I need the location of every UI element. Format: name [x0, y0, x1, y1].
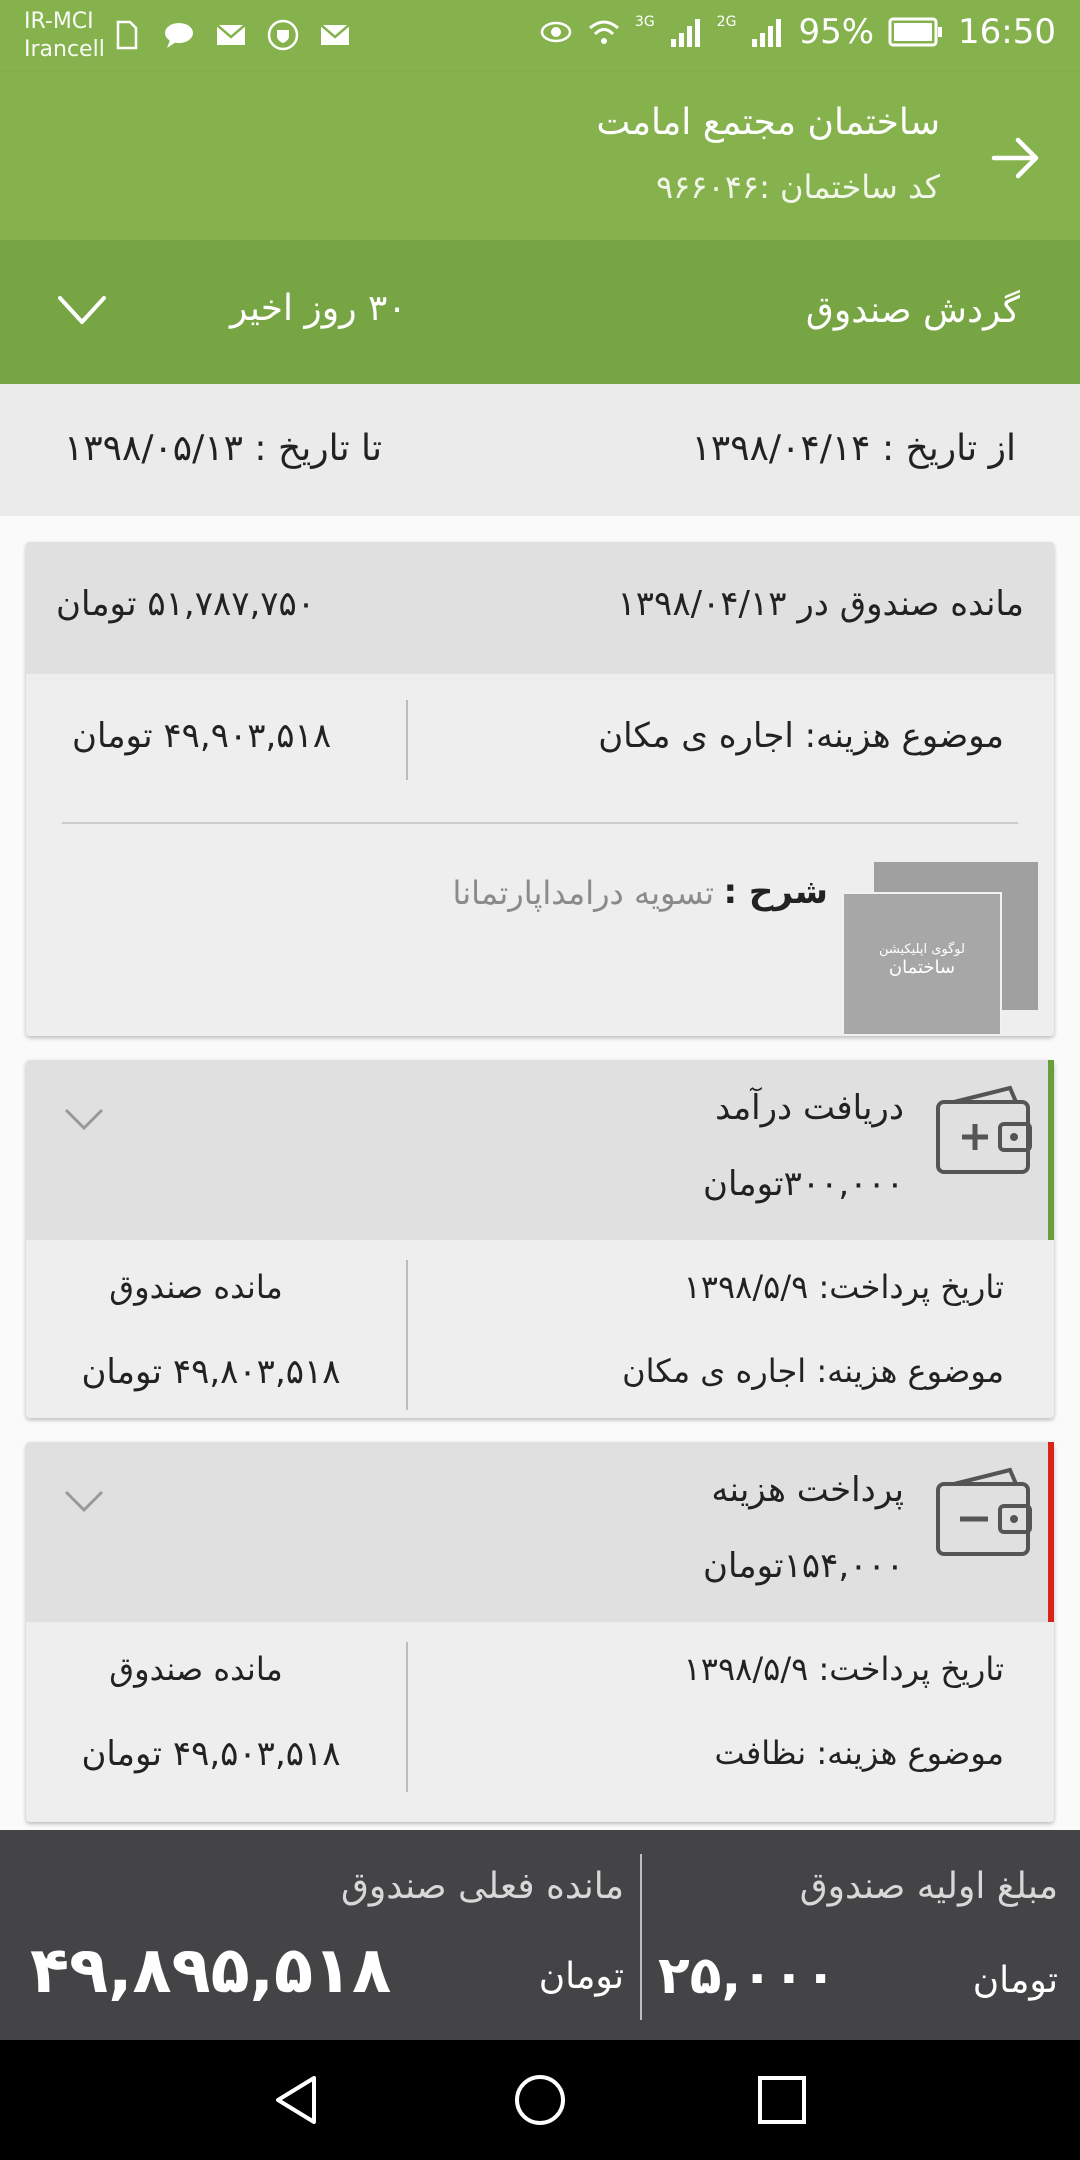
wallet-add-icon: [936, 1085, 1032, 1174]
transaction-card[interactable]: دریافت درآمد ۳۰۰,۰۰۰تومان تاریخ پرداخت: …: [26, 1060, 1054, 1418]
description-label: شرح :: [723, 872, 828, 912]
signal-icon-2: [752, 19, 782, 47]
filter-period[interactable]: ۳۰ روز اخیر: [230, 288, 407, 329]
battery-percent: 95%: [798, 12, 875, 52]
carrier-line-1: IR-MCI: [24, 9, 94, 34]
to-date[interactable]: تا تاریخ : ۱۳۹۸/۰۵/۱۳: [64, 428, 382, 469]
fund-summary: مبلغ اولیه صندوق تومان ۲۵,۰۰۰ مانده فعلی…: [0, 1830, 1080, 2040]
expense-subject: موضوع هزینه: نظافت: [714, 1734, 1004, 1772]
transactions-list[interactable]: مانده صندوق در ۱۳۹۸/۰۴/۱۳ ۵۱,۷۸۷,۷۵۰ توم…: [0, 516, 1080, 1830]
opening-balance-header: مانده صندوق در ۱۳۹۸/۰۴/۱۳ ۵۱,۷۸۷,۷۵۰ توم…: [26, 542, 1054, 674]
balance-amount: ۴۹,۸۰۳,۵۱۸ تومان: [81, 1352, 341, 1392]
expense-subject: موضوع هزینه: اجاره ی مکان: [622, 1352, 1004, 1390]
recents-icon[interactable]: [754, 2072, 810, 2128]
notification-icons: [110, 18, 352, 52]
sim-icon: [116, 20, 138, 50]
divider: [406, 1260, 408, 1410]
back-arrow-icon[interactable]: [988, 130, 1044, 186]
battery-icon: [888, 17, 943, 47]
email-icon: [320, 24, 350, 45]
subject-amount: ۴۹,۹۰۳,۵۱۸ تومان: [72, 716, 332, 756]
app-toolbar: ساختمان مجتمع امامت کد ساختمان :۹۶۶۰۴۶: [0, 72, 1080, 240]
date-range: از تاریخ : ۱۳۹۸/۰۴/۱۴ تا تاریخ : ۱۳۹۸/۰۵…: [0, 384, 1080, 516]
transaction-type: پرداخت هزینه: [711, 1470, 904, 1510]
wallet-remove-icon: [936, 1467, 1032, 1556]
payment-date: تاریخ پرداخت: ۱۳۹۸/۵/۹: [683, 1650, 1004, 1688]
opening-balance-title: مانده صندوق در ۱۳۹۸/۰۴/۱۳: [617, 584, 1024, 624]
opening-balance-amount: ۵۱,۷۸۷,۷۵۰ تومان: [56, 584, 316, 624]
initial-amount: ۲۵,۰۰۰: [658, 1946, 837, 2006]
back-icon[interactable]: [270, 2072, 326, 2128]
summary-divider: [640, 1854, 642, 2020]
building-title: ساختمان مجتمع امامت: [596, 102, 940, 143]
mail-icon: [216, 24, 246, 45]
eye-icon: [540, 21, 572, 43]
balance-label: مانده صندوق: [109, 1650, 283, 1688]
logo-line-2: ساختمان: [888, 957, 956, 978]
app-logo: لوگوی اپلیکیشن ساختمان: [842, 892, 1002, 1036]
status-bar: IR-MCI Irancell 3G 2G 95% 16:50: [0, 0, 1080, 72]
building-code: کد ساختمان :۹۶۶۰۴۶: [655, 168, 940, 206]
network-3g-label: 3G: [634, 14, 655, 30]
chat-icon: [165, 23, 193, 48]
logo-line-1: لوگوی اپلیکیشن: [879, 942, 965, 957]
separator: [62, 822, 1018, 824]
transaction-header[interactable]: پرداخت هزینه ۱۵۴,۰۰۰تومان: [26, 1442, 1054, 1622]
system-navigation-bar: [0, 2040, 1080, 2160]
from-date[interactable]: از تاریخ : ۱۳۹۸/۰۴/۱۴: [692, 428, 1016, 469]
payment-date: تاریخ پرداخت: ۱۳۹۸/۵/۹: [683, 1268, 1004, 1306]
transaction-amount: ۳۰۰,۰۰۰تومان: [703, 1164, 904, 1204]
vpn-icon: [267, 19, 299, 51]
initial-label: مبلغ اولیه صندوق: [799, 1866, 1058, 1907]
wifi-icon: [588, 20, 619, 44]
system-icons: 3G 2G 95% 16:50: [539, 12, 1056, 52]
transaction-type: دریافت درآمد: [715, 1088, 904, 1128]
chevron-down-icon[interactable]: [62, 1486, 106, 1516]
initial-unit: تومان: [972, 1960, 1058, 2001]
opening-balance-card: مانده صندوق در ۱۳۹۸/۰۴/۱۳ ۵۱,۷۸۷,۷۵۰ توم…: [26, 542, 1054, 1036]
current-amount: ۴۹,۸۹۵,۵۱۸: [30, 1934, 392, 2008]
carrier-info: IR-MCI Irancell: [24, 8, 105, 64]
carrier-line-2: Irancell: [24, 37, 105, 62]
current-unit: تومان: [538, 1956, 624, 1997]
clock: 16:50: [958, 12, 1056, 52]
network-2g-label: 2G: [716, 14, 737, 30]
income-accent-bar: [1048, 1060, 1054, 1240]
chevron-down-icon[interactable]: [62, 1104, 106, 1134]
filter-label: گردش صندوق: [805, 290, 1020, 331]
current-label: مانده فعلی صندوق: [340, 1866, 624, 1907]
description-value: تسویه درامداپارتمانا: [452, 874, 714, 912]
divider: [406, 700, 408, 780]
chevron-down-icon[interactable]: [56, 290, 108, 330]
period-filter[interactable]: گردش صندوق ۳۰ روز اخیر: [0, 240, 1080, 384]
expense-subject: موضوع هزینه: اجاره ی مکان: [598, 716, 1004, 756]
expense-accent-bar: [1048, 1442, 1054, 1622]
transaction-header[interactable]: دریافت درآمد ۳۰۰,۰۰۰تومان: [26, 1060, 1054, 1240]
balance-amount: ۴۹,۵۰۳,۵۱۸ تومان: [81, 1734, 341, 1774]
balance-label: مانده صندوق: [109, 1268, 283, 1306]
transaction-amount: ۱۵۴,۰۰۰تومان: [703, 1546, 904, 1586]
signal-icon-1: [670, 19, 700, 47]
transaction-card[interactable]: پرداخت هزینه ۱۵۴,۰۰۰تومان تاریخ پرداخت: …: [26, 1442, 1054, 1822]
home-icon[interactable]: [512, 2072, 568, 2128]
divider: [406, 1642, 408, 1792]
